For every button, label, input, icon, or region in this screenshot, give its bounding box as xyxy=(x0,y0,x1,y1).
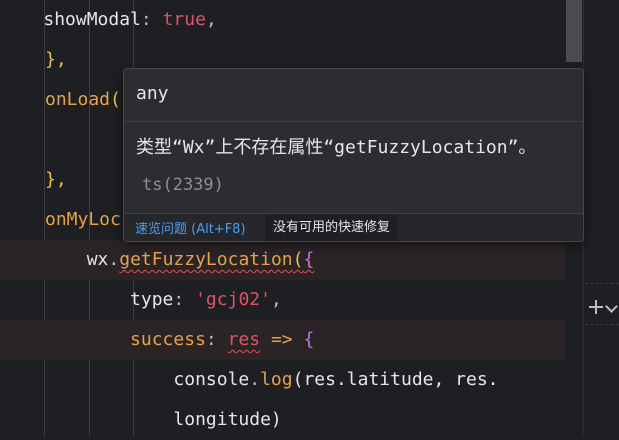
hover-status-bar: 速览问题 (Alt+F8) 没有可用的快速修复 xyxy=(124,213,583,241)
code-token: { xyxy=(303,329,315,350)
code-token: . xyxy=(108,249,120,270)
view-problem-link[interactable]: 速览问题 (Alt+F8) xyxy=(135,218,246,237)
code-token: showModal xyxy=(43,9,141,30)
code-token: (res.latitude, res. xyxy=(292,369,499,390)
divider xyxy=(124,121,583,122)
code-token: : xyxy=(173,289,196,310)
code-token: : xyxy=(205,329,228,350)
code-token: { xyxy=(303,249,315,270)
code-token: wx xyxy=(86,249,109,270)
code-token: console xyxy=(173,369,250,390)
code-token: true xyxy=(162,9,206,30)
divider xyxy=(585,283,619,285)
code-line[interactable]: success: res => { xyxy=(0,320,583,360)
code-token: => xyxy=(260,329,304,350)
error-squiggle-token[interactable]: getFuzzyLocation xyxy=(119,249,292,270)
divider xyxy=(585,324,619,326)
code-line[interactable]: type: 'gcj02', xyxy=(0,280,583,320)
code-token: log xyxy=(260,369,293,390)
code-token: ( xyxy=(292,249,304,270)
error-squiggle-token[interactable]: res xyxy=(228,329,261,350)
code-line[interactable]: console.log(res.latitude, res. xyxy=(0,360,583,400)
code-token: onMyLoc xyxy=(45,209,121,230)
code-token: type xyxy=(130,289,174,310)
code-token: . xyxy=(249,369,261,390)
code-line[interactable]: showModal: true, xyxy=(0,0,583,40)
error-message: 类型“Wx”上不存在属性“getFuzzyLocation”。 xyxy=(136,137,537,158)
code-token: success xyxy=(130,329,206,350)
code-token: longitude) xyxy=(173,409,282,430)
code-token: }, xyxy=(45,49,67,70)
plus-icon[interactable] xyxy=(589,300,603,314)
scrollbar-thumb[interactable] xyxy=(566,0,582,62)
code-token: , xyxy=(205,9,217,30)
code-token: ( xyxy=(110,89,121,110)
no-quick-fix-button[interactable]: 没有可用的快速修复 xyxy=(265,214,399,241)
code-token: , xyxy=(270,289,282,310)
right-side-panel xyxy=(583,0,619,436)
code-token: 'gcj02' xyxy=(195,289,271,310)
code-line-error[interactable]: wx.getFuzzyLocation({ xyxy=(0,240,583,280)
error-code: ts(2339) xyxy=(142,175,224,195)
code-token: : xyxy=(140,9,163,30)
code-line[interactable]: longitude) xyxy=(0,400,583,440)
code-token: onLoad xyxy=(45,89,111,110)
hover-type-signature: any xyxy=(136,83,169,104)
hover-tooltip: any 类型“Wx”上不存在属性“getFuzzyLocation”。 ts(2… xyxy=(123,68,584,242)
code-token: }, xyxy=(45,169,67,190)
